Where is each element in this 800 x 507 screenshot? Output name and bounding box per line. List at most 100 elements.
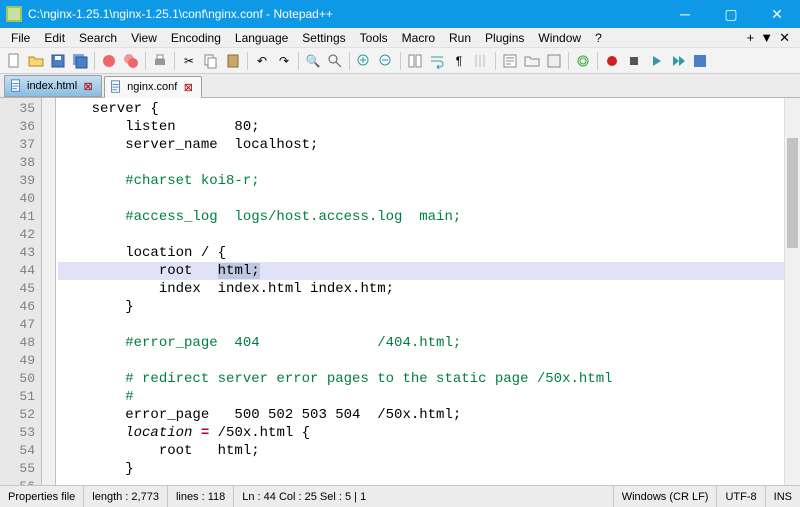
status-insert-mode[interactable]: INS [766,486,800,507]
hidden-chars-icon[interactable] [573,51,593,71]
code-line[interactable]: server { [58,100,784,118]
line-number[interactable]: 50 [0,370,35,388]
vertical-scrollbar[interactable] [784,98,800,485]
menu-macro[interactable]: Macro [395,28,442,48]
code-line[interactable]: #charset koi8-r; [58,172,784,190]
find-icon[interactable]: 🔍 [303,51,323,71]
close-file-icon[interactable] [99,51,119,71]
zoom-in-icon[interactable] [354,51,374,71]
menu-tools[interactable]: Tools [353,28,395,48]
line-number[interactable]: 55 [0,460,35,478]
document-map-icon[interactable] [544,51,564,71]
menu-encoding[interactable]: Encoding [164,28,228,48]
menu-run[interactable]: Run [442,28,478,48]
status-eol[interactable]: Windows (CR LF) [614,486,718,507]
code-line[interactable]: server_name localhost; [58,136,784,154]
code-line[interactable]: error_page 500 502 503 504 /50x.html; [58,406,784,424]
stop-macro-icon[interactable] [624,51,644,71]
minimize-button[interactable]: ─ [662,0,708,28]
line-number[interactable]: 40 [0,190,35,208]
menu-edit[interactable]: Edit [37,28,72,48]
code-line[interactable]: # redirect server error pages to the sta… [58,370,784,388]
redo-icon[interactable]: ↷ [274,51,294,71]
print-icon[interactable] [150,51,170,71]
code-line[interactable] [58,190,784,208]
code-view[interactable]: server { listen 80; server_name localhos… [56,98,784,485]
replace-icon[interactable] [325,51,345,71]
line-number[interactable]: 38 [0,154,35,172]
line-number[interactable]: 52 [0,406,35,424]
fold-margin[interactable] [42,98,56,485]
menu-help[interactable]: ? [588,28,609,48]
code-line[interactable]: #error_page 404 /404.html; [58,334,784,352]
folder-view-icon[interactable] [522,51,542,71]
copy-icon[interactable] [201,51,221,71]
code-line[interactable]: } [58,460,784,478]
line-number[interactable]: 43 [0,244,35,262]
zoom-out-icon[interactable] [376,51,396,71]
line-number[interactable]: 56 [0,478,35,485]
line-number[interactable]: 47 [0,316,35,334]
code-line[interactable]: root html; [58,262,784,280]
menu-search[interactable]: Search [72,28,124,48]
line-number-gutter[interactable]: 3536373839404142434445464748495051525354… [0,98,42,485]
cut-icon[interactable]: ✂ [179,51,199,71]
caret-down-icon[interactable]: ▼ [760,30,773,46]
line-number[interactable]: 44 [0,262,35,280]
line-number[interactable]: 36 [0,118,35,136]
save-icon[interactable] [48,51,68,71]
undo-icon[interactable]: ↶ [252,51,272,71]
new-file-icon[interactable] [4,51,24,71]
menu-window[interactable]: Window [531,28,588,48]
status-encoding[interactable]: UTF-8 [717,486,765,507]
line-number[interactable]: 54 [0,442,35,460]
line-number[interactable]: 48 [0,334,35,352]
tab-close-icon[interactable]: ⊠ [181,80,195,94]
line-number[interactable]: 42 [0,226,35,244]
line-number[interactable]: 51 [0,388,35,406]
record-macro-icon[interactable] [602,51,622,71]
code-line[interactable] [58,154,784,172]
code-line[interactable] [58,352,784,370]
show-symbol-icon[interactable]: ¶ [449,51,469,71]
code-line[interactable]: location / { [58,244,784,262]
close-all-icon[interactable] [121,51,141,71]
code-line[interactable]: index index.html index.htm; [58,280,784,298]
tab-index-html[interactable]: index.html ⊠ [4,75,102,97]
code-line[interactable]: #access_log logs/host.access.log main; [58,208,784,226]
line-number[interactable]: 41 [0,208,35,226]
line-number[interactable]: 35 [0,100,35,118]
play-multi-icon[interactable] [668,51,688,71]
line-number[interactable]: 37 [0,136,35,154]
maximize-button[interactable]: ▢ [708,0,754,28]
function-list-icon[interactable] [500,51,520,71]
paste-icon[interactable] [223,51,243,71]
line-number[interactable]: 39 [0,172,35,190]
code-line[interactable] [58,316,784,334]
menu-settings[interactable]: Settings [295,28,352,48]
scrollbar-thumb[interactable] [787,138,798,248]
menu-language[interactable]: Language [228,28,295,48]
code-line[interactable]: location = /50x.html { [58,424,784,442]
line-number[interactable]: 53 [0,424,35,442]
menu-file[interactable]: File [4,28,37,48]
tab-close-icon[interactable]: ⊠ [81,79,95,93]
code-line[interactable]: } [58,298,784,316]
word-wrap-icon[interactable] [427,51,447,71]
code-line[interactable]: # [58,388,784,406]
line-number[interactable]: 45 [0,280,35,298]
sync-scroll-icon[interactable] [405,51,425,71]
menu-view[interactable]: View [124,28,164,48]
code-line[interactable] [58,226,784,244]
save-macro-icon[interactable] [690,51,710,71]
open-file-icon[interactable] [26,51,46,71]
code-line[interactable]: root html; [58,442,784,460]
plus-icon[interactable]: + [747,30,755,46]
close-all-button[interactable]: ✕ [779,30,790,46]
code-line[interactable]: listen 80; [58,118,784,136]
save-all-icon[interactable] [70,51,90,71]
play-macro-icon[interactable] [646,51,666,71]
indent-guide-icon[interactable] [471,51,491,71]
tab-nginx-conf[interactable]: nginx.conf ⊠ [104,76,202,98]
line-number[interactable]: 49 [0,352,35,370]
